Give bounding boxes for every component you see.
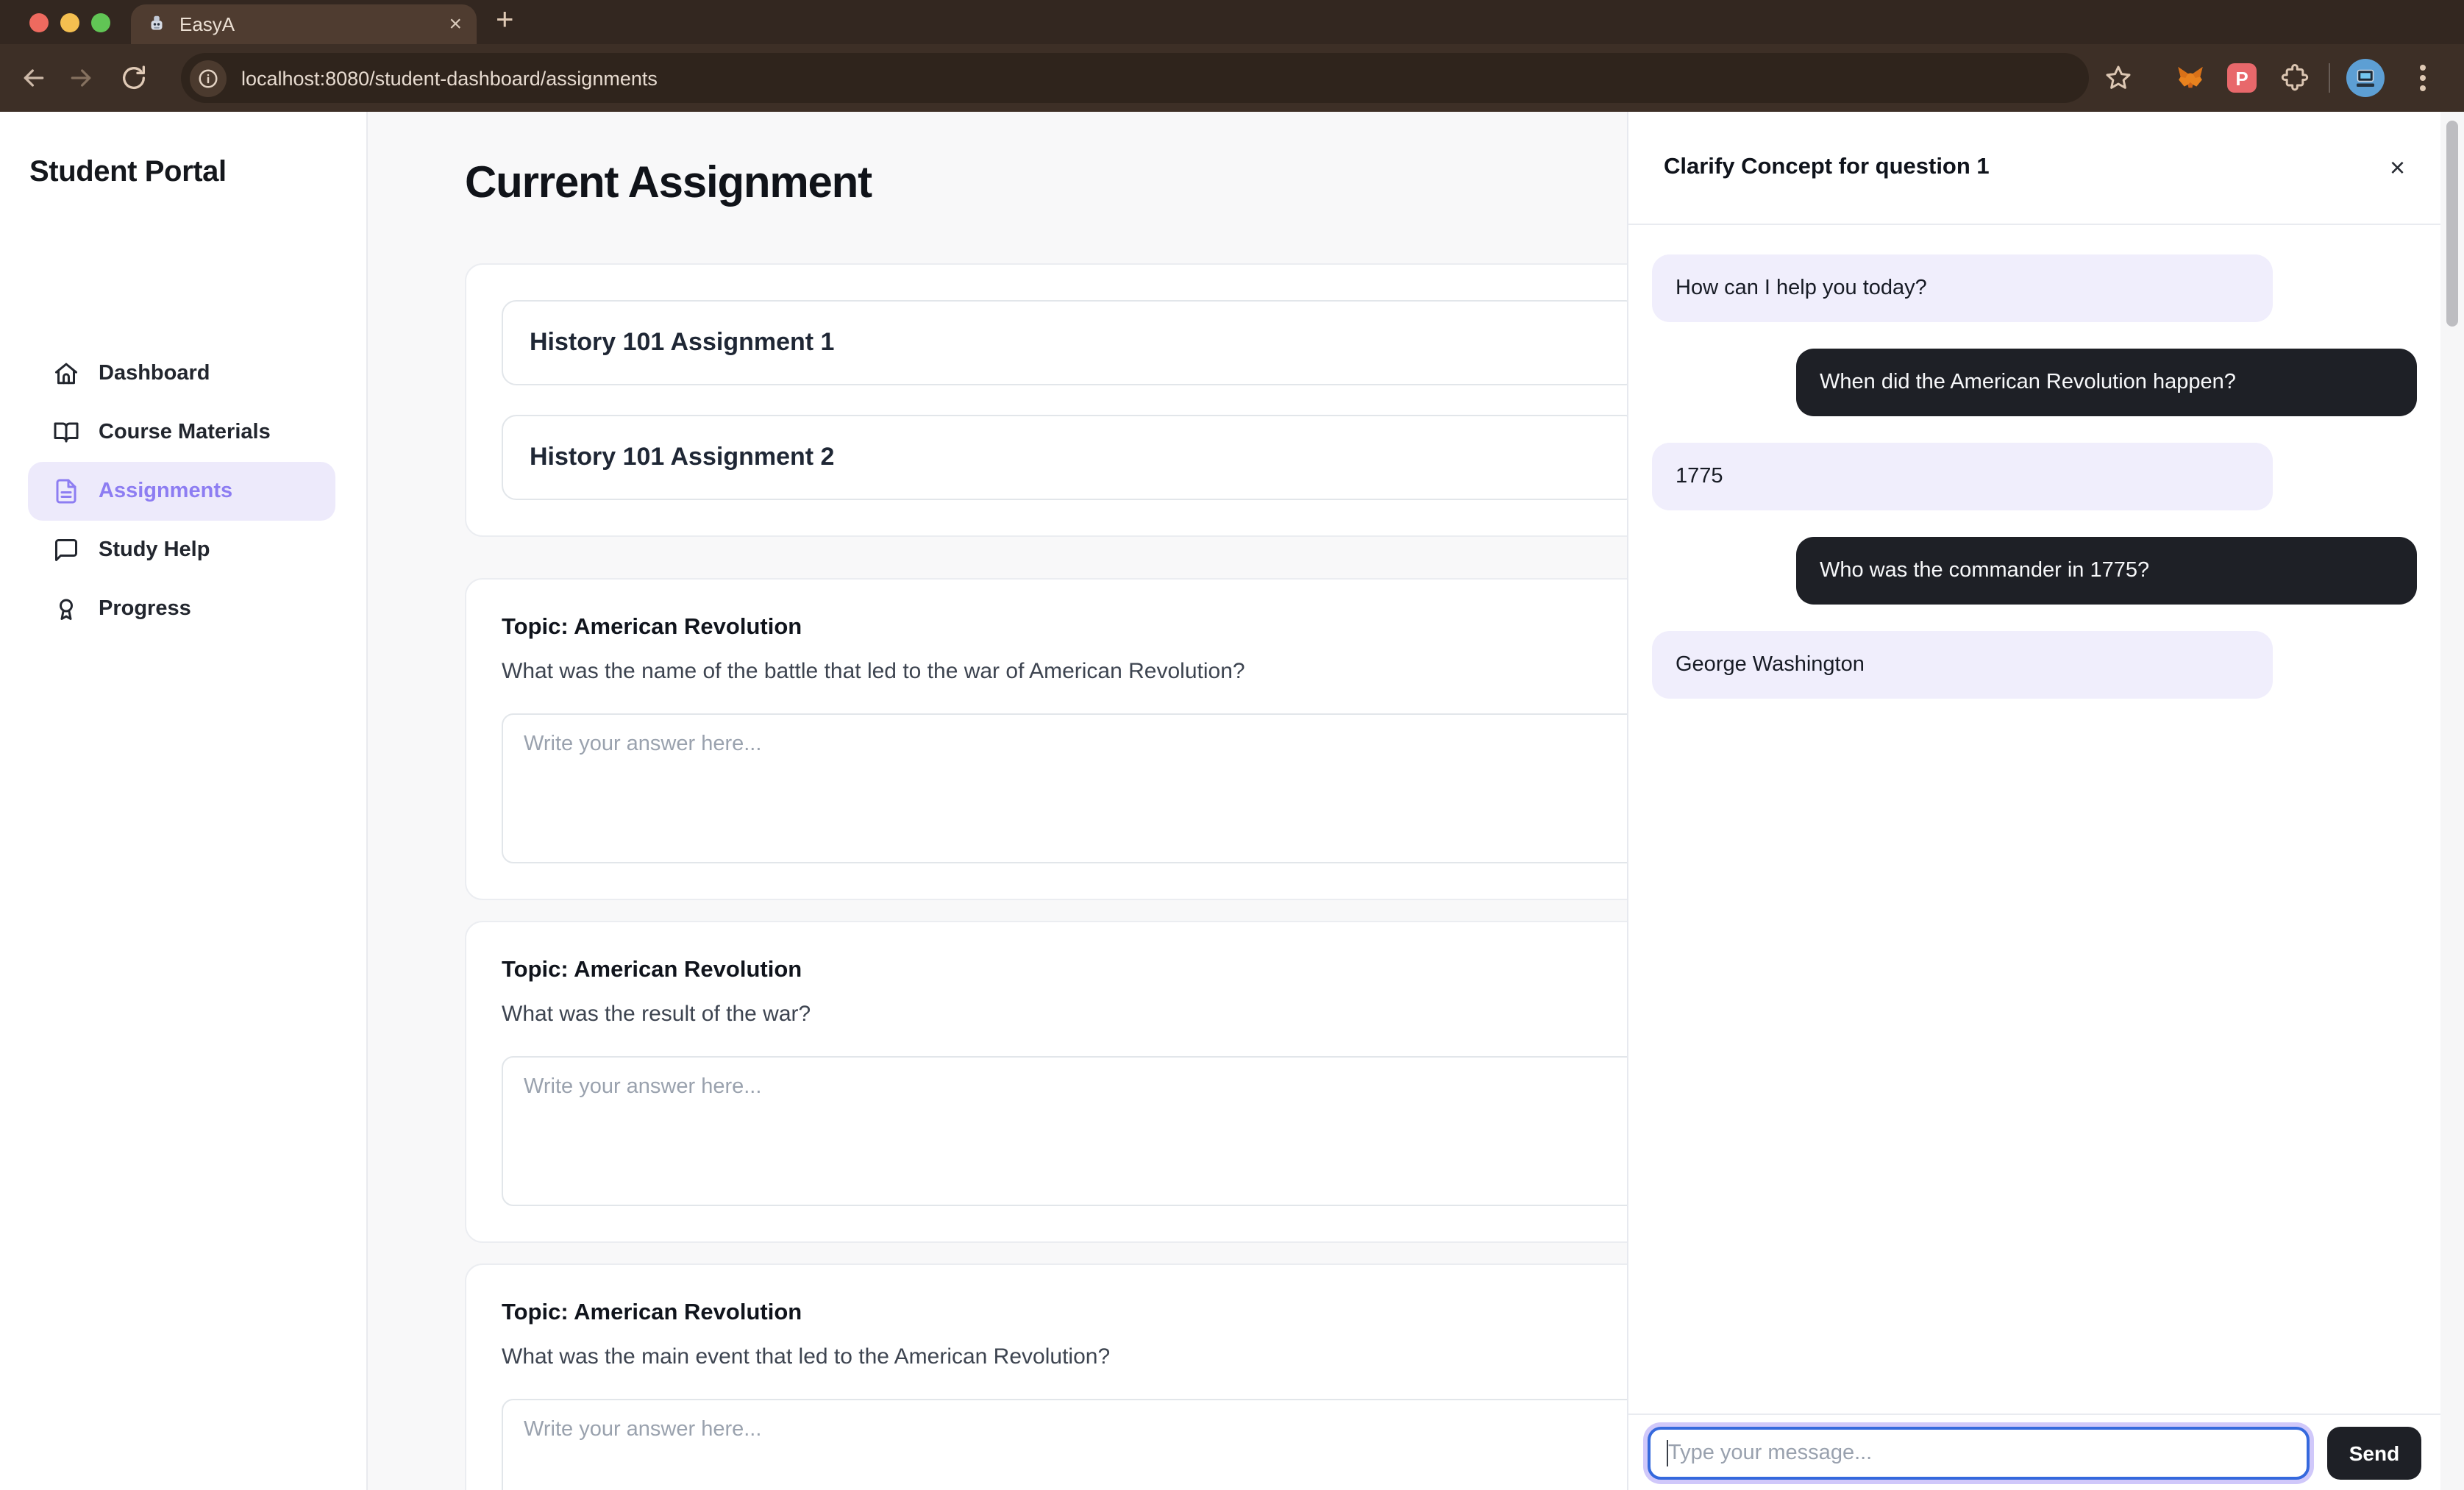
clarify-chat-panel: Clarify Concept for question 1 × How can… xyxy=(1627,112,2440,1490)
question-topic: Topic: American Revolution xyxy=(502,1300,802,1325)
toolbar-separator xyxy=(2329,63,2330,93)
chat-close-icon[interactable]: × xyxy=(2390,154,2405,181)
page-scrollbar[interactable] xyxy=(2440,112,2464,1490)
question-section: Topic: American Revolution What was the … xyxy=(465,1263,1677,1490)
chat-bubble-text: 1775 xyxy=(1676,465,1723,488)
assignment-card[interactable]: History 101 Assignment 2 xyxy=(502,415,1640,500)
answer-textarea[interactable] xyxy=(502,1056,1640,1206)
question-section: Topic: American Revolution What was the … xyxy=(465,578,1677,900)
new-tab-button[interactable]: + xyxy=(496,3,514,38)
profile-avatar[interactable] xyxy=(2346,59,2385,97)
chat-bubble: 1775 xyxy=(1652,443,2273,510)
award-icon xyxy=(53,596,79,622)
metamask-extension-icon[interactable] xyxy=(2173,60,2208,96)
site-info-icon[interactable] xyxy=(190,60,227,96)
chat-bubble: How can I help you today? xyxy=(1652,254,2273,322)
extension-p-icon[interactable]: P xyxy=(2227,63,2257,93)
menu-icon[interactable] xyxy=(2420,65,2426,71)
assignment-title: History 101 Assignment 2 xyxy=(530,443,835,471)
answer-textarea[interactable] xyxy=(502,713,1640,863)
app-title: Student Portal xyxy=(29,156,227,188)
sidebar-nav: Dashboard Course Materials Assignments S… xyxy=(28,344,335,638)
url-bar[interactable]: localhost:8080/student-dashboard/assignm… xyxy=(181,53,2089,103)
book-icon xyxy=(53,419,79,446)
question-text: What was the name of the battle that led… xyxy=(502,659,1245,684)
extensions-puzzle-icon[interactable] xyxy=(2277,60,2312,96)
browser-toolbar: localhost:8080/student-dashboard/assignm… xyxy=(0,44,2464,112)
chat-bubble-text: George Washington xyxy=(1676,653,1865,677)
sidebar-item[interactable]: Assignments xyxy=(28,462,335,521)
chat-title: Clarify Concept for question 1 xyxy=(1664,154,1990,179)
sidebar-item-label: Course Materials xyxy=(99,421,271,444)
tab-title: EasyA xyxy=(179,13,235,35)
sidebar-item-label: Dashboard xyxy=(99,362,210,385)
text-cursor xyxy=(1667,1439,1668,1466)
minimize-window-button[interactable] xyxy=(60,13,79,32)
home-icon xyxy=(53,360,79,387)
url-text: localhost:8080/student-dashboard/assignm… xyxy=(241,67,658,89)
tab-strip: EasyA × + xyxy=(0,0,2464,44)
browser-window: EasyA × + localhost:8080/student-dashboa… xyxy=(0,0,2464,1490)
chat-message-input[interactable] xyxy=(1648,1426,2310,1479)
browser-chrome: EasyA × + localhost:8080/student-dashboa… xyxy=(0,0,2464,112)
chat-input-row: Send xyxy=(1628,1414,2440,1490)
sidebar-item[interactable]: Progress xyxy=(28,580,335,638)
assignment-title: History 101 Assignment 1 xyxy=(530,328,835,356)
chat-header: Clarify Concept for question 1 × xyxy=(1628,112,2440,225)
sidebar-item[interactable]: Study Help xyxy=(28,521,335,580)
send-button[interactable]: Send xyxy=(2327,1426,2421,1479)
chat-bubble-text: Who was the commander in 1775? xyxy=(1820,559,2150,582)
sidebar-item[interactable]: Course Materials xyxy=(28,403,335,462)
zoom-window-button[interactable] xyxy=(91,13,110,32)
question-text: What was the result of the war? xyxy=(502,1002,811,1027)
close-window-button[interactable] xyxy=(29,13,49,32)
question-topic: Topic: American Revolution xyxy=(502,958,802,983)
bookmark-star-icon[interactable] xyxy=(2101,60,2136,96)
assignment-list: History 101 Assignment 1 History 101 Ass… xyxy=(465,263,1677,537)
sidebar: Student Portal Dashboard Course Material… xyxy=(0,112,368,1490)
window-controls xyxy=(29,13,110,32)
sidebar-item-label: Study Help xyxy=(99,538,210,562)
question-text: What was the main event that led to the … xyxy=(502,1344,1111,1369)
sidebar-item[interactable]: Dashboard xyxy=(28,344,335,403)
back-button[interactable] xyxy=(16,60,51,96)
chat-bubble: When did the American Revolution happen? xyxy=(1796,349,2417,416)
chat-bubble-text: When did the American Revolution happen? xyxy=(1820,371,2236,394)
sidebar-item-label: Assignments xyxy=(99,480,233,503)
question-section: Topic: American Revolution What was the … xyxy=(465,921,1677,1243)
tab-close-icon[interactable]: × xyxy=(449,13,462,35)
assignment-card[interactable]: History 101 Assignment 1 xyxy=(502,300,1640,385)
chat-bubble: Who was the commander in 1775? xyxy=(1796,537,2417,605)
reload-button[interactable] xyxy=(116,60,152,96)
answer-textarea[interactable] xyxy=(502,1399,1640,1490)
question-topic: Topic: American Revolution xyxy=(502,615,802,640)
browser-tab[interactable]: EasyA × xyxy=(131,4,477,44)
chat-bubble-text: How can I help you today? xyxy=(1676,277,1927,300)
chat-messages: How can I help you today? When did the A… xyxy=(1628,225,2440,728)
file-text-icon xyxy=(53,478,79,505)
chat-bubble-icon xyxy=(53,537,79,563)
scrollbar-thumb[interactable] xyxy=(2446,121,2458,327)
robot-favicon-icon xyxy=(151,15,163,30)
sidebar-item-label: Progress xyxy=(99,597,191,621)
forward-button[interactable] xyxy=(63,60,99,96)
chat-bubble: George Washington xyxy=(1652,631,2273,699)
